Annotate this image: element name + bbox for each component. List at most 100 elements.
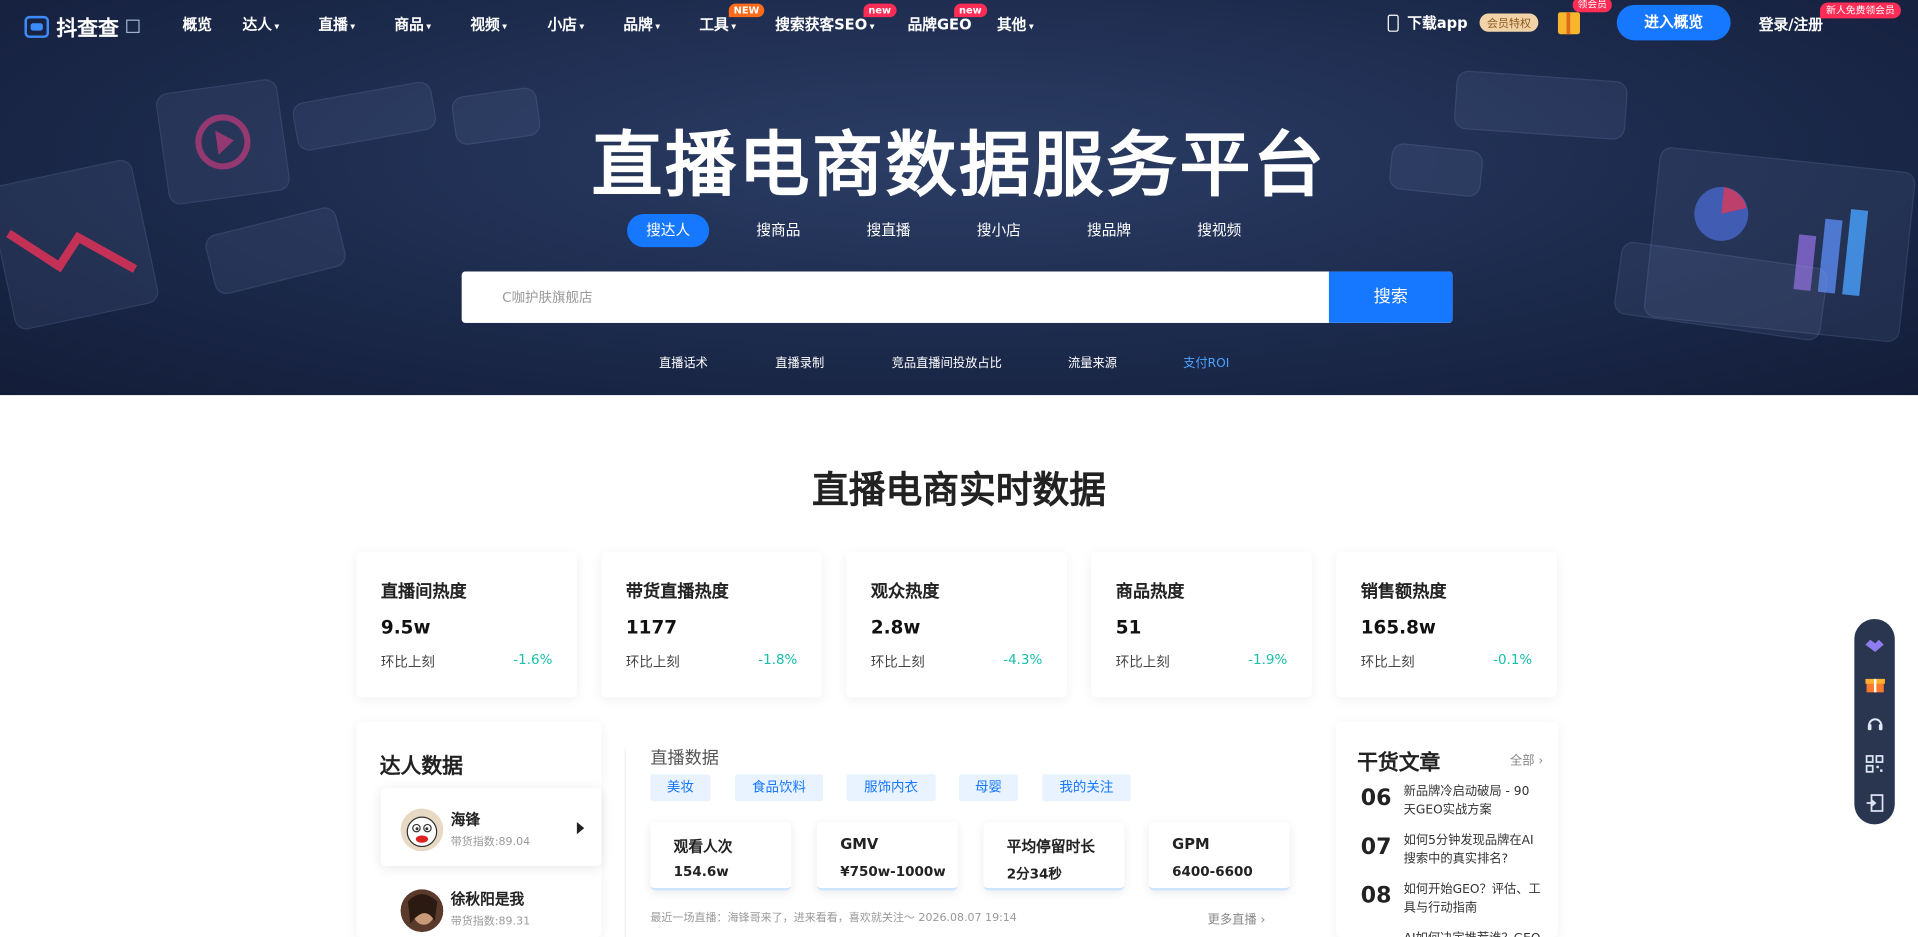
quick-link[interactable]: 流量来源 bbox=[1068, 352, 1117, 370]
exit-icon[interactable] bbox=[1864, 793, 1885, 814]
stat-card[interactable]: 观众热度 2.8w 环比上刻 -4.3% bbox=[846, 551, 1067, 698]
kol-item[interactable]: 徐秋阳是我 带货指数:89.31 bbox=[381, 868, 601, 937]
nav-item-label: 商品 bbox=[394, 15, 424, 34]
search-tab[interactable]: 搜视频 bbox=[1178, 214, 1260, 247]
chevron-down-icon: ▾ bbox=[274, 20, 280, 32]
search-tab[interactable]: 搜小店 bbox=[958, 214, 1040, 247]
search-tab[interactable]: 搜直播 bbox=[848, 214, 930, 247]
chevron-down-icon: ▾ bbox=[869, 20, 875, 32]
category-tag[interactable]: 服饰内衣 bbox=[846, 774, 936, 802]
kol-item[interactable]: 海锋 带货指数:89.04 bbox=[380, 787, 602, 867]
nav-item[interactable]: 直播 ▾ bbox=[318, 13, 355, 34]
chevron-down-icon: ▾ bbox=[350, 20, 356, 32]
latest-live-text[interactable]: 最近一场直播：海锋哥来了，进来看看，喜欢就关注～ 2026.08.07 19:1… bbox=[650, 909, 1016, 925]
stat-change-label: 环比上刻 bbox=[870, 654, 925, 671]
nav-item-label: 小店 bbox=[547, 15, 577, 34]
metric-value: 2分34秒 bbox=[1006, 866, 1062, 882]
stat-title: 商品热度 bbox=[1115, 582, 1185, 602]
stat-card[interactable]: 销售额热度 165.8w 环比上刻 -0.1% bbox=[1336, 551, 1557, 698]
hero-title: 直播电商数据服务平台 bbox=[591, 123, 1327, 207]
logo-text: 抖查查 bbox=[56, 17, 119, 42]
category-tag[interactable]: 食品饮料 bbox=[734, 774, 824, 802]
stat-card[interactable]: 商品热度 51 环比上刻 -1.9% bbox=[1091, 551, 1312, 698]
nav-item[interactable]: 视频 ▾ bbox=[470, 13, 507, 34]
quick-link[interactable]: 直播话术 bbox=[659, 352, 708, 370]
kol-panel-title: 达人数据 bbox=[379, 754, 463, 780]
customer-service-icon[interactable] bbox=[1864, 713, 1885, 734]
divider bbox=[624, 748, 626, 937]
kol-name: 海锋 bbox=[450, 810, 481, 829]
stat-card[interactable]: 直播间热度 9.5w 环比上刻 -1.6% bbox=[356, 551, 577, 698]
section-title: 直播电商实时数据 bbox=[812, 469, 1106, 513]
stat-change: -1.9% bbox=[1248, 651, 1288, 668]
stat-value: 165.8w bbox=[1360, 616, 1436, 639]
stat-change: -0.1% bbox=[1493, 651, 1533, 668]
quick-link[interactable]: 支付ROI bbox=[1183, 352, 1229, 370]
nav-item[interactable]: 搜索获客SEO ▾ bbox=[775, 13, 874, 34]
category-tag[interactable]: 美妆 bbox=[650, 774, 711, 802]
app-grid-icon[interactable] bbox=[126, 19, 140, 34]
stat-change-label: 环比上刻 bbox=[380, 654, 435, 671]
stat-change: -1.8% bbox=[758, 651, 798, 668]
nav-item[interactable]: 其他 ▾ bbox=[997, 13, 1034, 34]
kol-name: 徐秋阳是我 bbox=[450, 890, 525, 908]
caret-right-icon bbox=[576, 821, 585, 835]
avatar bbox=[400, 889, 444, 933]
nav-item[interactable]: 小店 ▾ bbox=[547, 13, 584, 34]
articles-panel: 干货文章 全部 › 06 新品牌冷启动破局 - 90天GEO实战方案 07 如何5分钟… bbox=[1336, 721, 1558, 937]
articles-all-link[interactable]: 全部 › bbox=[1510, 750, 1543, 768]
live-metric: GPM 6400-6600 bbox=[1148, 821, 1290, 891]
search-button[interactable]: 搜索 bbox=[1328, 271, 1453, 323]
search-input[interactable] bbox=[461, 271, 1329, 323]
qrcode-icon[interactable] bbox=[1864, 753, 1885, 774]
metric-title: GPM bbox=[1172, 835, 1210, 853]
hero-banner: 抖查查 概览 达人 ▾ 直播 ▾ 商品 ▾ 视频 ▾ 小店 ▾ 品牌 ▾ 工具 ▾ NEW 搜索获客SEO ▾ ne… bbox=[0, 0, 1918, 396]
enter-overview-button[interactable]: 进入概览 bbox=[1616, 4, 1731, 41]
handshake-icon[interactable] bbox=[1864, 634, 1885, 655]
stat-title: 观众热度 bbox=[870, 582, 940, 602]
nav-item-label: 概览 bbox=[182, 15, 212, 34]
nav-item-label: 直播 bbox=[318, 15, 348, 34]
new-badge: new bbox=[863, 3, 896, 18]
category-tag[interactable]: 我的关注 bbox=[1042, 774, 1131, 802]
nav-item[interactable]: 达人 ▾ bbox=[243, 13, 280, 34]
articles-title: 干货文章 bbox=[1357, 751, 1441, 776]
nav-item-label: 搜索获客SEO bbox=[775, 15, 868, 34]
nav-item-label: 工具 bbox=[699, 15, 729, 34]
chevron-down-icon: ▾ bbox=[655, 20, 661, 32]
nav-item[interactable]: 概览 bbox=[182, 13, 211, 34]
gift-icon[interactable] bbox=[1864, 673, 1885, 694]
stat-change-label: 环比上刻 bbox=[1115, 654, 1170, 671]
more-live-link[interactable]: 更多直播 › bbox=[1208, 909, 1266, 927]
logo-icon bbox=[24, 15, 49, 38]
top-nav: 抖查查 概览 达人 ▾ 直播 ▾ 商品 ▾ 视频 ▾ 小店 ▾ 品牌 ▾ 工具 ▾ NEW 搜索获客SEO ▾ ne… bbox=[0, 0, 1918, 46]
login-register-link[interactable]: 登录/注册 bbox=[1759, 13, 1823, 34]
search-tab[interactable]: 搜商品 bbox=[737, 214, 819, 247]
logo[interactable]: 抖查查 bbox=[24, 11, 140, 42]
metric-value: 154.6w bbox=[673, 863, 729, 880]
gift-icon[interactable] bbox=[1557, 12, 1580, 35]
article-number: 08 bbox=[1360, 883, 1392, 909]
gift-badge: 领会员 bbox=[1572, 0, 1612, 13]
nav-item-label: 其他 bbox=[996, 15, 1027, 34]
quick-link[interactable]: 直播录制 bbox=[775, 352, 824, 370]
chevron-down-icon: ▾ bbox=[1028, 20, 1034, 32]
metric-title: 平均停留时长 bbox=[1006, 837, 1095, 856]
kol-index: 带货指数:89.31 bbox=[450, 916, 531, 929]
live-metric: GMV ¥750w-1000w bbox=[816, 821, 958, 891]
stat-value: 1177 bbox=[625, 616, 678, 639]
nav-item[interactable]: 品牌 ▾ bbox=[623, 13, 660, 34]
nav-item[interactable]: 商品 ▾ bbox=[394, 13, 431, 34]
category-tag[interactable]: 母婴 bbox=[959, 774, 1018, 802]
stat-title: 直播间热度 bbox=[380, 582, 467, 602]
search-tab[interactable]: 搜品牌 bbox=[1068, 214, 1150, 247]
search-tab[interactable]: 搜达人 bbox=[627, 214, 710, 248]
vip-privilege-tag[interactable]: 会员特权 bbox=[1479, 13, 1539, 32]
live-metric: 观看人次 154.6w bbox=[650, 821, 792, 891]
stat-change-label: 环比上刻 bbox=[625, 654, 680, 671]
article-title: 如何开始GEO？评估、工具与行动指南 bbox=[1403, 883, 1541, 915]
download-app-link[interactable]: 下载app bbox=[1387, 12, 1468, 33]
quick-link[interactable]: 竞品直播间投放占比 bbox=[892, 352, 1002, 370]
stat-card[interactable]: 带货直播热度 1177 环比上刻 -1.8% bbox=[601, 551, 822, 698]
floating-toolbar bbox=[1854, 618, 1895, 825]
